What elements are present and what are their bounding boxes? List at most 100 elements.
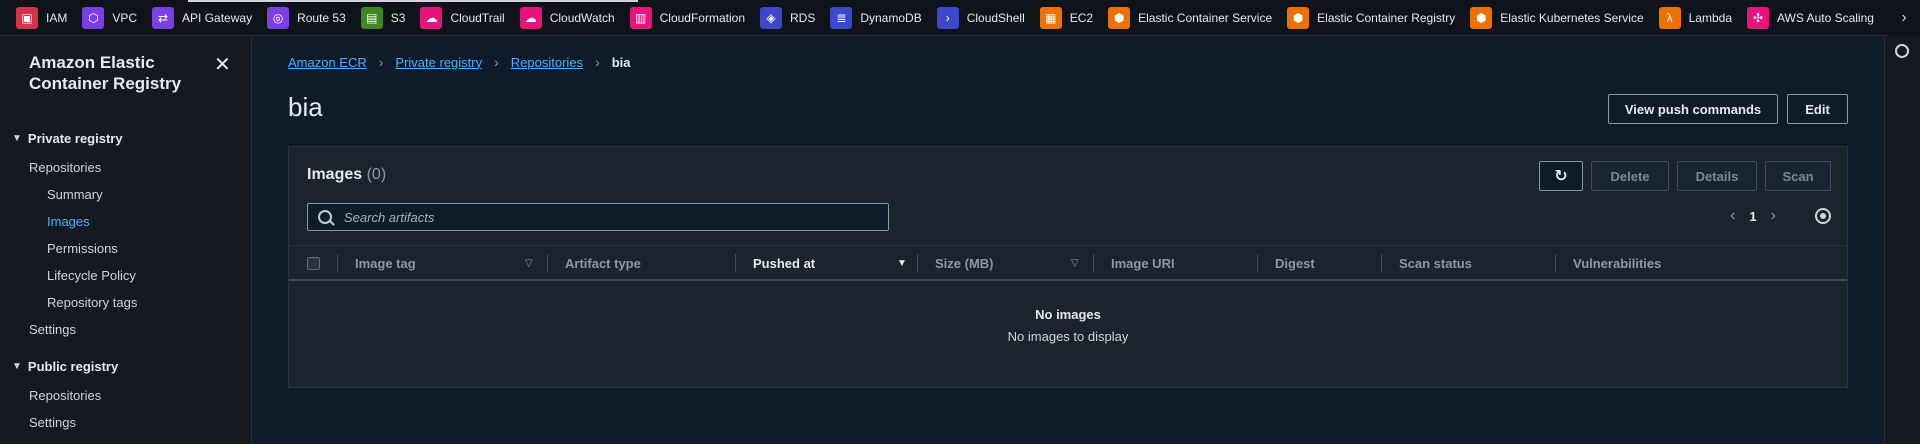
favorite-label: DynamoDB <box>860 10 922 25</box>
empty-state-title: No images <box>1035 307 1101 322</box>
favorite-label: Elastic Container Registry <box>1317 10 1456 25</box>
column-size[interactable]: Size (MB) <box>935 256 994 271</box>
refresh-icon: ↻ <box>1554 168 1568 185</box>
breadcrumb-private-registry[interactable]: Private registry <box>395 55 482 70</box>
column-divider <box>1257 254 1258 272</box>
api-gateway-icon: ⇄ <box>152 6 175 29</box>
sidebar-item-settings[interactable]: Settings <box>29 322 76 337</box>
section-public-registry[interactable]: ▼ Public registry <box>12 359 118 374</box>
favorite-ecr[interactable]: ⬢ Elastic Container Registry <box>1287 6 1456 29</box>
favorite-label: AWS Auto Scaling <box>1777 10 1874 25</box>
chevron-right-icon[interactable]: › <box>1771 207 1776 225</box>
favorite-label: VPC <box>112 10 138 25</box>
favorite-rds[interactable]: ◈ RDS <box>760 6 816 29</box>
column-vulnerabilities[interactable]: Vulnerabilities <box>1573 256 1661 271</box>
favorite-eks[interactable]: ⬢ Elastic Kubernetes Service <box>1470 6 1644 29</box>
breadcrumb-repositories[interactable]: Repositories <box>511 55 583 70</box>
sort-icon[interactable]: ▽ <box>1071 258 1079 269</box>
favorite-api-gateway[interactable]: ⇄ API Gateway <box>152 6 253 29</box>
images-panel: Images (0) ↻ Delete Details Scan ‹ 1 › I… <box>288 146 1848 388</box>
delete-button[interactable]: Delete <box>1591 161 1669 191</box>
sidebar-item-repositories[interactable]: Repositories <box>29 160 101 175</box>
favorite-label: CloudWatch <box>549 10 615 25</box>
section-label: Public registry <box>27 359 119 374</box>
favorite-cloudtrail[interactable]: ☁ CloudTrail <box>420 6 505 29</box>
search-input[interactable] <box>342 208 866 226</box>
section-private-registry[interactable]: ▼ Private registry <box>12 131 123 146</box>
table-header: Image tag ▽ Artifact type Pushed at ▼ Si… <box>289 245 1847 281</box>
column-artifact-type[interactable]: Artifact type <box>565 256 641 271</box>
sidebar-item-public-repositories[interactable]: Repositories <box>29 388 101 403</box>
favorite-ec2[interactable]: ▦ EC2 <box>1039 6 1093 29</box>
page-title: bia <box>288 92 323 122</box>
info-panel-icon[interactable] <box>1895 44 1909 58</box>
main-content: Amazon ECR › Private registry › Reposito… <box>252 36 1884 444</box>
favorite-vpc[interactable]: ⬡ VPC <box>82 6 138 29</box>
column-image-tag[interactable]: Image tag <box>355 256 416 271</box>
chevron-left-icon[interactable]: ‹ <box>1730 207 1735 225</box>
sidebar-item-permissions[interactable]: Permissions <box>47 241 118 256</box>
caret-down-icon: ▼ <box>12 133 22 144</box>
section-label: Private registry <box>27 131 123 146</box>
favorite-cloudformation[interactable]: ▥ CloudFormation <box>629 6 745 29</box>
details-button[interactable]: Details <box>1677 161 1757 191</box>
cloudshell-icon: › <box>936 6 959 29</box>
dynamodb-icon: ≣ <box>830 6 853 29</box>
sidebar-item-summary[interactable]: Summary <box>47 187 103 202</box>
auto-scaling-icon: ✣ <box>1747 6 1769 29</box>
favorite-label: API Gateway <box>182 10 253 25</box>
favorite-label: Route 53 <box>297 10 346 25</box>
column-divider <box>1093 254 1094 272</box>
column-divider <box>1555 254 1556 272</box>
close-icon[interactable]: ✕ <box>214 52 231 77</box>
select-all-checkbox[interactable] <box>307 257 320 270</box>
column-image-uri[interactable]: Image URI <box>1111 256 1175 271</box>
favorite-auto-scaling[interactable]: ✣ AWS Auto Scaling <box>1747 6 1874 29</box>
refresh-button[interactable]: ↻ <box>1539 161 1583 191</box>
favorite-iam[interactable]: ▣ IAM <box>16 6 68 29</box>
images-count: (0) <box>366 166 387 183</box>
breadcrumb-current: bia <box>611 54 631 70</box>
rds-icon: ◈ <box>760 6 782 29</box>
favorite-label: RDS <box>790 10 816 25</box>
column-pushed-at[interactable]: Pushed at <box>753 256 815 271</box>
scan-button[interactable]: Scan <box>1765 161 1831 191</box>
favorite-route53[interactable]: ◎ Route 53 <box>267 6 346 29</box>
favorite-dynamodb[interactable]: ≣ DynamoDB <box>830 6 922 29</box>
sort-icon[interactable]: ▽ <box>525 258 533 269</box>
favorite-lambda[interactable]: λ Lambda <box>1658 6 1732 29</box>
favorite-label: CloudFormation <box>659 10 745 25</box>
column-scan-status[interactable]: Scan status <box>1399 256 1472 271</box>
column-digest[interactable]: Digest <box>1275 256 1315 271</box>
edit-button[interactable]: Edit <box>1787 94 1848 124</box>
breadcrumb-amazon-ecr[interactable]: Amazon ECR <box>288 55 367 70</box>
column-divider <box>917 254 918 272</box>
page-number[interactable]: 1 <box>1749 209 1756 224</box>
sidebar-item-images[interactable]: Images <box>47 214 90 229</box>
chevron-right-icon: › <box>595 54 600 70</box>
sidebar-item-repository-tags[interactable]: Repository tags <box>47 295 137 310</box>
empty-state-description: No images to display <box>1007 329 1129 344</box>
ec2-icon: ▦ <box>1039 6 1062 29</box>
column-divider <box>547 254 548 272</box>
favorite-cloudshell[interactable]: › CloudShell <box>936 6 1025 29</box>
sidebar-item-public-settings[interactable]: Settings <box>29 415 76 430</box>
favorite-label: Elastic Container Service <box>1138 10 1273 25</box>
favorites-overflow-chevron-icon[interactable]: › <box>1888 0 1920 36</box>
search-field[interactable] <box>307 203 889 231</box>
favorite-ecs[interactable]: ⬢ Elastic Container Service <box>1108 6 1273 29</box>
sidebar-title[interactable]: Amazon Elastic Container Registry <box>29 52 209 94</box>
sidebar-item-lifecycle-policy[interactable]: Lifecycle Policy <box>47 268 136 283</box>
sort-descending-icon[interactable]: ▼ <box>897 258 907 269</box>
favorite-s3[interactable]: ▤ S3 <box>360 6 405 29</box>
column-divider <box>1381 254 1382 272</box>
column-divider <box>337 254 338 272</box>
gear-icon[interactable] <box>1815 208 1831 224</box>
favorite-cloudwatch[interactable]: ☁ CloudWatch <box>519 6 615 29</box>
tooltip-edge <box>188 0 638 2</box>
view-push-commands-button[interactable]: View push commands <box>1608 94 1778 124</box>
eks-icon: ⬢ <box>1470 6 1493 29</box>
favorite-label: IAM <box>46 10 68 25</box>
cloudwatch-icon: ☁ <box>519 6 542 29</box>
chevron-right-icon: › <box>378 54 384 70</box>
